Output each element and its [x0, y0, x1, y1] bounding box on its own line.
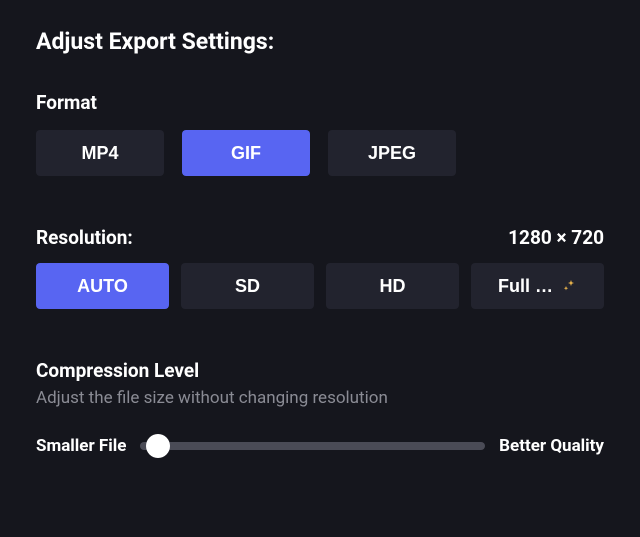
compression-hint: Adjust the file size without changing re…: [36, 388, 604, 408]
resolution-label: Resolution:: [36, 226, 133, 249]
slider-right-label: Better Quality: [499, 436, 604, 456]
format-jpeg-button[interactable]: JPEG: [328, 130, 456, 176]
resolution-options: AUTO SD HD Full …: [36, 263, 604, 309]
slider-track: [140, 442, 485, 450]
resolution-sd-button[interactable]: SD: [181, 263, 314, 309]
compression-section: Compression Level Adjust the file size w…: [36, 359, 604, 458]
slider-left-label: Smaller File: [36, 436, 126, 456]
page-title: Adjust Export Settings:: [36, 28, 604, 55]
compression-label: Compression Level: [36, 359, 604, 382]
format-options: MP4 GIF JPEG: [36, 130, 604, 176]
compression-slider-row: Smaller File Better Quality: [36, 434, 604, 458]
sparkle-icon: [561, 278, 577, 294]
resolution-section: Resolution: 1280 × 720 AUTO SD HD Full …: [36, 226, 604, 309]
compression-slider[interactable]: [140, 434, 485, 458]
resolution-fullhd-button[interactable]: Full …: [471, 263, 604, 309]
resolution-hd-button[interactable]: HD: [326, 263, 459, 309]
resolution-fullhd-label: Full …: [498, 276, 553, 297]
resolution-auto-button[interactable]: AUTO: [36, 263, 169, 309]
format-gif-button[interactable]: GIF: [182, 130, 310, 176]
format-label: Format: [36, 91, 604, 114]
format-mp4-button[interactable]: MP4: [36, 130, 164, 176]
resolution-value: 1280 × 720: [508, 226, 604, 249]
slider-thumb[interactable]: [146, 434, 170, 458]
format-section: Format MP4 GIF JPEG: [36, 91, 604, 176]
